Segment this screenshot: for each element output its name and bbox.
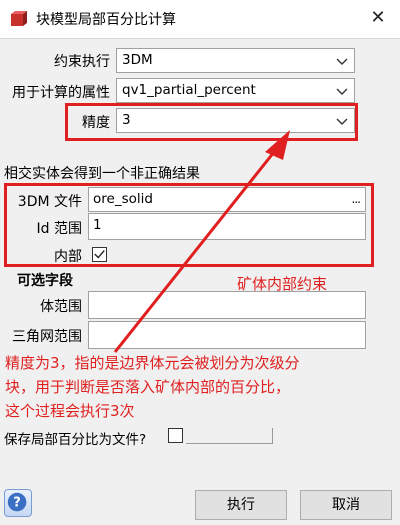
id-range-label: Id 范围 — [36, 221, 82, 237]
constraint-value: 3DM — [122, 52, 153, 68]
volume-range-label: 体范围 — [40, 299, 82, 315]
precision-annotation-line2: 块，用于判断是否落入矿体内部的百分比， — [5, 378, 291, 396]
window-title: 块模型局部百分比计算 — [36, 12, 176, 28]
precision-select[interactable]: 3 — [116, 108, 355, 133]
save-label: 保存局部百分比为文件? — [4, 432, 147, 448]
precision-label: 精度 — [82, 115, 110, 131]
file-label: 3DM 文件 — [17, 194, 82, 210]
chevron-down-icon — [336, 88, 348, 95]
precision-annotation-line1: 精度为3，指的是边界体元会被划分为次级分 — [5, 354, 300, 372]
volume-range-input[interactable] — [88, 291, 366, 319]
id-range-input[interactable]: 1 — [88, 213, 366, 240]
attribute-label: 用于计算的属性 — [12, 85, 110, 101]
chevron-down-icon — [336, 58, 348, 65]
precision-annotation-line3: 这个过程会执行3次 — [5, 402, 135, 420]
file-value: ore_solid — [93, 191, 153, 207]
browse-button[interactable]: ... — [352, 192, 362, 206]
save-path-field[interactable] — [186, 428, 273, 444]
constraint-label: 约束执行 — [54, 54, 110, 70]
optional-fields-title: 可选字段 — [17, 273, 73, 289]
id-range-value: 1 — [93, 217, 102, 233]
constraint-select[interactable]: 3DM — [116, 48, 355, 73]
cancel-button[interactable]: 取消 — [300, 490, 392, 520]
checkmark-icon — [94, 250, 105, 259]
run-button[interactable]: 执行 — [195, 490, 287, 520]
app-icon — [11, 11, 27, 26]
tri-range-input[interactable] — [88, 321, 366, 349]
help-icon: ? — [7, 492, 27, 512]
tri-range-label: 三角网范围 — [12, 329, 82, 345]
inside-checkbox[interactable] — [92, 247, 107, 262]
save-checkbox[interactable] — [168, 428, 183, 443]
inside-label: 内部 — [54, 249, 82, 265]
chevron-down-icon — [336, 118, 348, 125]
close-icon[interactable]: ✕ — [366, 6, 390, 30]
file-input[interactable]: ore_solid ... — [88, 187, 366, 212]
precision-value: 3 — [122, 112, 131, 128]
attribute-select[interactable]: qv1_partial_percent — [116, 78, 355, 103]
help-button[interactable]: ? — [4, 489, 32, 517]
intersect-note: 相交实体会得到一个非正确结果 — [4, 166, 200, 182]
svg-text:?: ? — [13, 496, 21, 511]
attribute-value: qv1_partial_percent — [122, 82, 256, 98]
